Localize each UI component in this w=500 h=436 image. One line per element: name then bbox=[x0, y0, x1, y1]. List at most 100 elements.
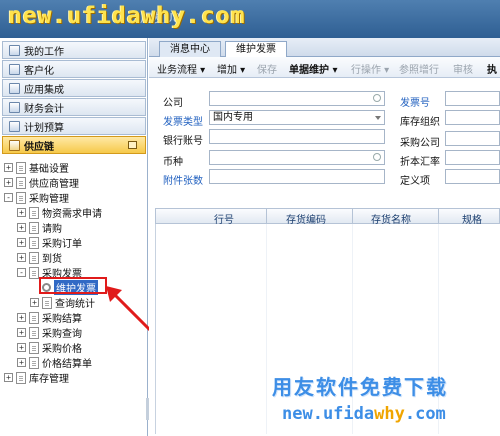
document-icon bbox=[16, 176, 26, 189]
define-item-field[interactable] bbox=[445, 169, 500, 184]
tree-node-purchase-settlement[interactable]: + 采购结算 bbox=[17, 310, 82, 325]
tree-node-basic-settings[interactable]: + 基础设置 bbox=[4, 160, 69, 175]
watermark-url-top: new.ufidawhy.com bbox=[8, 3, 246, 29]
watermark-text: 用友软件免费下载 bbox=[272, 375, 448, 399]
collapse-node-icon[interactable]: - bbox=[17, 268, 26, 277]
search-icon[interactable] bbox=[373, 94, 381, 102]
tree-node-purchase-price[interactable]: + 采购价格 bbox=[17, 340, 82, 355]
approve-button[interactable]: 审核 bbox=[453, 61, 473, 76]
watermark-url-part: new.ufida bbox=[282, 404, 375, 424]
column-divider[interactable] bbox=[266, 209, 267, 223]
tab-message-center[interactable]: 消息中心 bbox=[159, 41, 221, 57]
invoice-type-value: 国内专用 bbox=[213, 112, 253, 123]
document-icon bbox=[29, 356, 39, 369]
currency-field[interactable] bbox=[209, 150, 385, 165]
reference-add-row-button[interactable]: 参照增行 bbox=[399, 61, 439, 76]
invoice-type-label: 发票类型 bbox=[163, 117, 203, 128]
document-maintain-button[interactable]: 单据维护 ▾ bbox=[289, 61, 338, 76]
expand-icon[interactable]: + bbox=[17, 208, 26, 217]
collapse-node-icon[interactable]: - bbox=[4, 193, 13, 202]
nav-plan-budget[interactable]: 计划预算 bbox=[2, 117, 146, 135]
nav-label: 供应链 bbox=[24, 141, 54, 153]
tree-node-query-statistics[interactable]: + 查询统计 bbox=[30, 295, 95, 310]
document-icon bbox=[29, 206, 39, 219]
tree-node-label: 物资需求申请 bbox=[42, 209, 102, 220]
currency-label: 币种 bbox=[163, 157, 183, 168]
expand-icon[interactable]: + bbox=[30, 298, 39, 307]
business-flow-button[interactable]: 业务流程 ▾ bbox=[157, 61, 205, 76]
nav-supply-chain[interactable]: 供应链 bbox=[2, 136, 146, 154]
nav-label: 应用集成 bbox=[24, 84, 64, 96]
nav-label: 计划预算 bbox=[24, 122, 64, 134]
document-icon bbox=[29, 251, 39, 264]
row-operation-button[interactable]: 行操作 ▾ bbox=[351, 61, 389, 76]
tree-node-label: 库存管理 bbox=[29, 374, 69, 385]
purchase-company-field[interactable] bbox=[445, 131, 500, 146]
column-divider[interactable] bbox=[352, 209, 353, 223]
exchange-rate-field[interactable] bbox=[445, 150, 500, 165]
tree-node-requisition[interactable]: + 请购 bbox=[17, 220, 62, 235]
grid-line bbox=[352, 224, 353, 434]
tree-node-purchase-management[interactable]: - 采购管理 bbox=[4, 190, 69, 205]
expand-icon[interactable]: + bbox=[17, 238, 26, 247]
money-icon bbox=[9, 101, 20, 113]
document-icon bbox=[29, 266, 39, 279]
bank-account-field[interactable] bbox=[209, 129, 385, 144]
bank-account-label: 银行账号 bbox=[163, 136, 203, 147]
expand-icon[interactable]: + bbox=[17, 358, 26, 367]
expand-icon[interactable]: + bbox=[17, 223, 26, 232]
nav-customization[interactable]: 客户化 bbox=[2, 60, 146, 78]
invoice-number-field[interactable] bbox=[445, 91, 500, 106]
stock-org-field[interactable] bbox=[445, 110, 500, 125]
tree-node-label: 采购查询 bbox=[42, 329, 82, 340]
tree-node-price-settlement[interactable]: + 价格结算单 bbox=[17, 355, 92, 370]
save-button[interactable]: 保存 bbox=[257, 61, 277, 76]
document-icon bbox=[29, 341, 39, 354]
tab-strip: 消息中心 维护发票 bbox=[149, 38, 500, 58]
nav-financial-accounting[interactable]: 财务会计 bbox=[2, 98, 146, 116]
search-icon[interactable] bbox=[373, 153, 381, 161]
tree-node-inventory-management[interactable]: + 库存管理 bbox=[4, 370, 69, 385]
document-icon bbox=[29, 311, 39, 324]
grid-header: 行号 存货编码 存货名称 规格 bbox=[155, 208, 500, 226]
expand-icon[interactable]: + bbox=[4, 373, 13, 382]
nav-label: 财务会计 bbox=[24, 103, 64, 115]
tree-node-label: 采购结算 bbox=[42, 314, 82, 325]
grid-body[interactable] bbox=[155, 224, 500, 434]
grid-line bbox=[266, 224, 267, 434]
expand-icon[interactable]: + bbox=[17, 343, 26, 352]
attachments-field[interactable] bbox=[209, 169, 385, 184]
title-bar: 用友U8 new.ufidawhy.com bbox=[0, 0, 500, 38]
expand-icon[interactable]: + bbox=[4, 178, 13, 187]
tree-node-purchase-query[interactable]: + 采购查询 bbox=[17, 325, 82, 340]
document-icon bbox=[29, 221, 39, 234]
collapse-icon[interactable] bbox=[128, 141, 137, 149]
folder-icon bbox=[9, 44, 20, 56]
tree-node-label: 查询统计 bbox=[55, 299, 95, 310]
tree-node-arrival[interactable]: + 到货 bbox=[17, 250, 62, 265]
add-button[interactable]: 增加 ▾ bbox=[217, 61, 245, 76]
expand-icon[interactable]: + bbox=[17, 253, 26, 262]
watermark-url-part: why bbox=[374, 404, 405, 424]
expand-icon[interactable]: + bbox=[17, 313, 26, 322]
tree-node-supplier-management[interactable]: + 供应商管理 bbox=[4, 175, 79, 190]
execute-button[interactable]: 执 bbox=[487, 61, 497, 76]
tree-node-label: 采购价格 bbox=[42, 344, 82, 355]
nav-my-work[interactable]: 我的工作 bbox=[2, 41, 146, 59]
company-label: 公司 bbox=[163, 98, 183, 109]
tree-node-purchase-order[interactable]: + 采购订单 bbox=[17, 235, 82, 250]
column-divider[interactable] bbox=[438, 209, 439, 223]
left-navigation: 我的工作 客户化 应用集成 财务会计 计划预算 供应链 + 基础设置 + 供应商… bbox=[0, 38, 149, 436]
invoice-type-select[interactable]: 国内专用 bbox=[209, 110, 385, 125]
nav-app-integration[interactable]: 应用集成 bbox=[2, 79, 146, 97]
supply-chain-icon bbox=[9, 139, 20, 151]
expand-icon[interactable]: + bbox=[4, 163, 13, 172]
chevron-down-icon bbox=[375, 116, 381, 120]
expand-icon[interactable]: + bbox=[17, 328, 26, 337]
tab-maintain-invoice[interactable]: 维护发票 bbox=[225, 41, 287, 58]
grid-line bbox=[438, 224, 439, 434]
tree-node-label: 价格结算单 bbox=[42, 359, 92, 370]
company-field[interactable] bbox=[209, 91, 385, 106]
tree-node-label: 请购 bbox=[42, 224, 62, 235]
tree-node-material-request[interactable]: + 物资需求申请 bbox=[17, 205, 102, 220]
